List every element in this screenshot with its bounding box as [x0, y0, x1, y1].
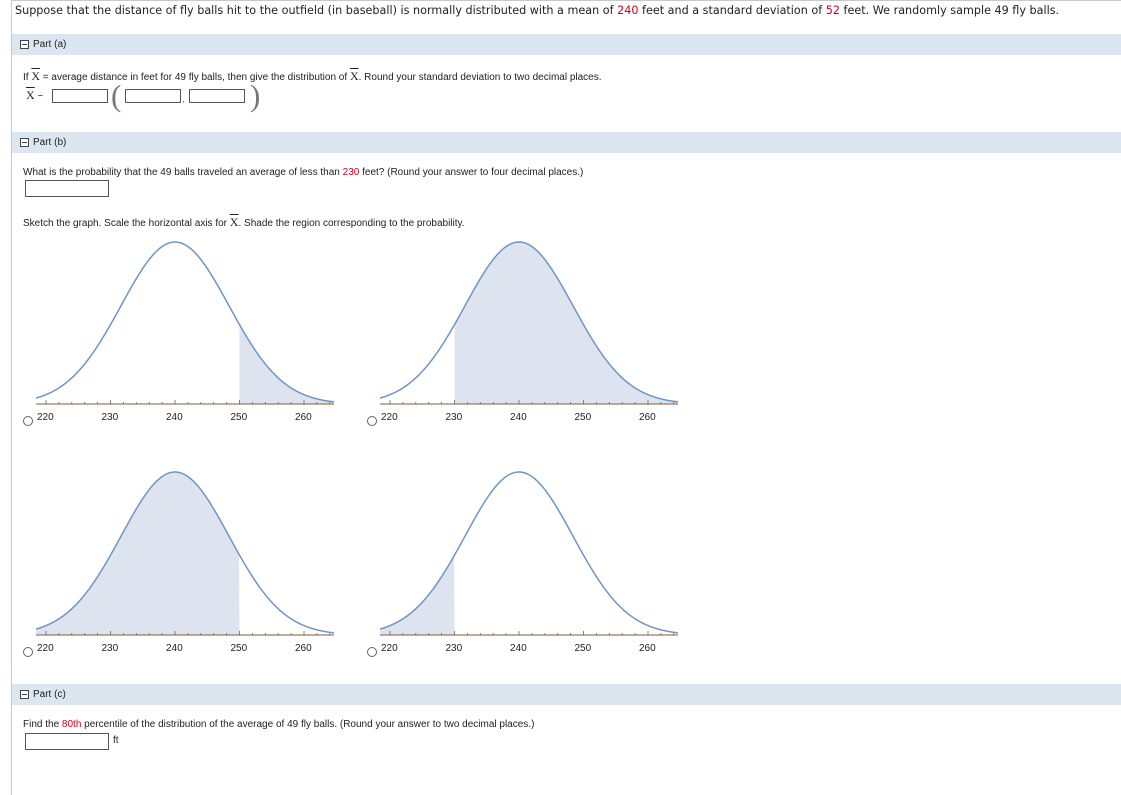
tick-label: 230 [445, 643, 463, 654]
part-a-title: Part (a) [33, 39, 67, 50]
tick-label: 260 [639, 643, 656, 654]
mean-value: 240 [617, 4, 639, 17]
normal-curve [36, 241, 335, 403]
tick-label: 220 [37, 643, 54, 654]
normal-curve-graph [380, 471, 679, 636]
graph-option-radio[interactable] [23, 647, 33, 657]
tick-label: 260 [295, 412, 312, 423]
tick-label: 230 [101, 412, 119, 423]
part-c-header[interactable]: Part (c) [12, 684, 1121, 705]
tick-label: 260 [295, 643, 312, 654]
tick-label: 260 [639, 412, 656, 423]
right-paren: ) [250, 78, 261, 113]
distribution-input[interactable] [52, 89, 108, 103]
tick-label: 220 [381, 412, 398, 423]
sketch-instruction: Sketch the graph. Scale the horizontal a… [23, 215, 465, 229]
threshold-value: 230 [342, 167, 360, 178]
tick-label: 250 [574, 643, 592, 654]
collapse-icon[interactable] [20, 40, 29, 49]
comma-separator: , [182, 94, 185, 105]
normal-curve-graph [36, 241, 335, 405]
normal-curve-graph [380, 241, 679, 405]
graph-option-radio[interactable] [367, 416, 377, 426]
part-b-title: Part (b) [33, 137, 67, 148]
shaded-region [239, 324, 334, 404]
tick-label: 220 [381, 643, 398, 654]
problem-page: Suppose that the distance of fly balls h… [11, 0, 1121, 795]
part-c-question: Find the 80th percentile of the distribu… [23, 719, 535, 730]
percentile-input[interactable] [25, 733, 109, 750]
tick-label: 240 [166, 412, 183, 423]
percentile-value: 80th [61, 719, 82, 730]
tick-label: 250 [574, 412, 592, 423]
sd-value: 52 [825, 4, 840, 17]
tick-label: 230 [101, 643, 119, 654]
xbar-label: X ~ [26, 88, 44, 102]
left-paren: ( [111, 78, 122, 113]
part-a-question: If X = average distance in feet for 49 f… [23, 69, 602, 83]
tick-label: 250 [230, 643, 248, 654]
tick-label: 240 [510, 412, 527, 423]
sd-parameter-input[interactable] [189, 89, 245, 103]
normal-curve-graph [36, 471, 335, 636]
shaded-region [380, 556, 455, 635]
probability-input[interactable] [25, 180, 109, 197]
unit-label: ft [113, 735, 119, 746]
graph-option-radio[interactable] [23, 416, 33, 426]
part-c-title: Part (c) [33, 689, 66, 700]
shaded-region [36, 472, 240, 635]
graph-option-radio[interactable] [367, 647, 377, 657]
tick-label: 250 [230, 412, 248, 423]
tick-label: 240 [166, 643, 183, 654]
tick-label: 240 [510, 643, 527, 654]
problem-statement: Suppose that the distance of fly balls h… [15, 4, 1060, 17]
collapse-icon[interactable] [20, 690, 29, 699]
tick-label: 220 [37, 412, 54, 423]
part-a-header[interactable]: Part (a) [12, 34, 1121, 55]
part-b-header[interactable]: Part (b) [12, 132, 1121, 153]
collapse-icon[interactable] [20, 138, 29, 147]
part-b-question: What is the probability that the 49 ball… [23, 167, 584, 178]
mean-parameter-input[interactable] [125, 89, 181, 103]
tick-label: 230 [445, 412, 463, 423]
